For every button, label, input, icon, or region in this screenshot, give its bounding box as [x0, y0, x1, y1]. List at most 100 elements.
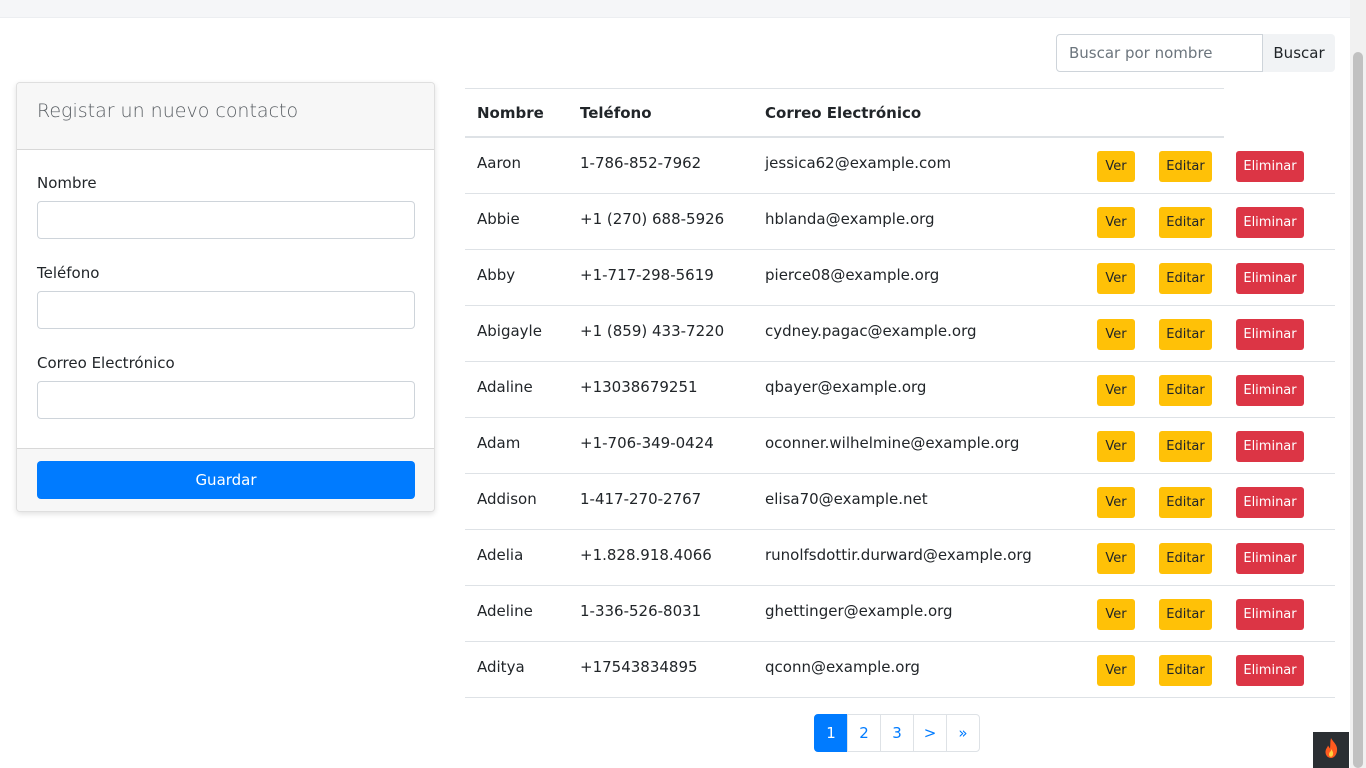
view-button[interactable]: Ver [1097, 151, 1135, 182]
table-row: Abigayle +1 (859) 433-7220 cydney.pagac@ex… [465, 306, 1335, 362]
name-field[interactable] [37, 201, 415, 239]
delete-button[interactable]: Eliminar [1236, 487, 1304, 518]
contact-email: hblanda@example.org [765, 210, 935, 228]
contact-phone: +17543834895 [580, 658, 698, 676]
scrollbar-thumb[interactable] [1353, 52, 1363, 768]
delete-button[interactable]: Eliminar [1236, 599, 1304, 630]
last-page-link[interactable]: » [946, 714, 980, 752]
contact-name: Adelia [477, 546, 524, 564]
view-button[interactable]: Ver [1097, 207, 1135, 238]
table-row: Aditya +17543834895 qconn@example.org Ver Ed… [465, 642, 1335, 698]
contact-phone: 1-786-852-7962 [580, 154, 702, 172]
contact-phone: +13038679251 [580, 378, 698, 396]
table-row: Abbie +1 (270) 688-5926 hblanda@example.or… [465, 194, 1335, 250]
next-page-link[interactable]: > [913, 714, 947, 752]
header-name: Nombre [477, 104, 544, 122]
edit-button[interactable]: Editar [1159, 655, 1212, 686]
new-contact-footer: Guardar [17, 448, 434, 511]
contact-phone: 1-417-270-2767 [580, 490, 702, 508]
edit-button[interactable]: Editar [1159, 263, 1212, 294]
contact-name: Adam [477, 434, 521, 452]
contact-name: Adeline [477, 602, 533, 620]
edit-button[interactable]: Editar [1159, 151, 1212, 182]
view-button[interactable]: Ver [1097, 599, 1135, 630]
header-email: Correo Electrónico [765, 104, 922, 122]
page-3-link[interactable]: 3 [880, 714, 914, 752]
table-header: Nombre Teléfono Correo Electrónico [465, 88, 1224, 138]
table-row: Aaron 1-786-852-7962 jessica62@example.com… [465, 138, 1335, 194]
delete-button[interactable]: Eliminar [1236, 207, 1304, 238]
delete-button[interactable]: Eliminar [1236, 319, 1304, 350]
view-button[interactable]: Ver [1097, 375, 1135, 406]
new-contact-title: Registar un nuevo contacto [17, 83, 434, 150]
view-button[interactable]: Ver [1097, 263, 1135, 294]
delete-button[interactable]: Eliminar [1236, 263, 1304, 294]
edit-button[interactable]: Editar [1159, 375, 1212, 406]
top-bar [0, 0, 1350, 18]
contact-email: oconner.wilhelmine@example.org [765, 434, 1020, 452]
save-button[interactable]: Guardar [37, 461, 415, 499]
delete-button[interactable]: Eliminar [1236, 151, 1304, 182]
contact-name: Addison [477, 490, 537, 508]
new-contact-form: Nombre Teléfono Correo Electrónico [17, 150, 434, 448]
contact-email: pierce08@example.org [765, 266, 940, 284]
search-input[interactable] [1056, 34, 1263, 72]
table-row: Adaline +13038679251 qbayer@example.org Ver… [465, 362, 1335, 418]
contact-phone: +1-706-349-0424 [580, 434, 714, 452]
contact-email: ghettinger@example.org [765, 602, 953, 620]
contact-phone: +1-717-298-5619 [580, 266, 714, 284]
delete-button[interactable]: Eliminar [1236, 543, 1304, 574]
name-label: Nombre [37, 174, 97, 192]
view-button[interactable]: Ver [1097, 655, 1135, 686]
edit-button[interactable]: Editar [1159, 319, 1212, 350]
email-label: Correo Electrónico [37, 354, 175, 372]
contact-name: Adaline [477, 378, 533, 396]
new-contact-card: Registar un nuevo contacto Nombre Teléfo… [16, 82, 435, 512]
edit-button[interactable]: Editar [1159, 207, 1212, 238]
contact-email: jessica62@example.com [765, 154, 952, 172]
table-row: Abby +1-717-298-5619 pierce08@example.org V… [465, 250, 1335, 306]
view-button[interactable]: Ver [1097, 319, 1135, 350]
edit-button[interactable]: Editar [1159, 431, 1212, 462]
contact-email: runolfsdottir.durward@example.org [765, 546, 1032, 564]
contact-name: Abbie [477, 210, 520, 228]
contact-phone: +1 (859) 433-7220 [580, 322, 725, 340]
contact-phone: +1.828.918.4066 [580, 546, 712, 564]
delete-button[interactable]: Eliminar [1236, 655, 1304, 686]
contact-email: qbayer@example.org [765, 378, 927, 396]
table-row: Adelia +1.828.918.4066 runolfsdottir.durwa… [465, 530, 1335, 586]
email-field[interactable] [37, 381, 415, 419]
contact-email: qconn@example.org [765, 658, 920, 676]
contact-phone: +1 (270) 688-5926 [580, 210, 725, 228]
contact-name: Aaron [477, 154, 521, 172]
table-row: Adeline 1-336-526-8031 ghettinger@example.… [465, 586, 1335, 642]
corner-badge[interactable] [1313, 732, 1349, 768]
delete-button[interactable]: Eliminar [1236, 431, 1304, 462]
pagination: 1 2 3 > » [814, 714, 980, 752]
page-2-link[interactable]: 2 [847, 714, 881, 752]
header-phone: Teléfono [580, 104, 652, 122]
edit-button[interactable]: Editar [1159, 487, 1212, 518]
table-row: Addison 1-417-270-2767 elisa70@example.net… [465, 474, 1335, 530]
view-button[interactable]: Ver [1097, 487, 1135, 518]
search-button[interactable]: Buscar [1263, 34, 1335, 72]
contact-phone: 1-336-526-8031 [580, 602, 702, 620]
contact-name: Aditya [477, 658, 525, 676]
delete-button[interactable]: Eliminar [1236, 375, 1304, 406]
edit-button[interactable]: Editar [1159, 543, 1212, 574]
contact-name: Abby [477, 266, 516, 284]
view-button[interactable]: Ver [1097, 543, 1135, 574]
phone-label: Teléfono [37, 264, 100, 282]
table-row: Adam +1-706-349-0424 oconner.wilhelmine@ex… [465, 418, 1335, 474]
contact-name: Abigayle [477, 322, 542, 340]
contacts-table: Nombre Teléfono Correo Electrónico Aaron… [465, 88, 1335, 698]
contact-email: elisa70@example.net [765, 490, 928, 508]
edit-button[interactable]: Editar [1159, 599, 1212, 630]
phone-field[interactable] [37, 291, 415, 329]
contact-email: cydney.pagac@example.org [765, 322, 977, 340]
page-1-link[interactable]: 1 [814, 714, 848, 752]
table-body: Aaron 1-786-852-7962 jessica62@example.com… [465, 138, 1335, 698]
view-button[interactable]: Ver [1097, 431, 1135, 462]
search-bar: Buscar [1056, 34, 1335, 72]
vertical-scrollbar[interactable] [1350, 0, 1366, 768]
